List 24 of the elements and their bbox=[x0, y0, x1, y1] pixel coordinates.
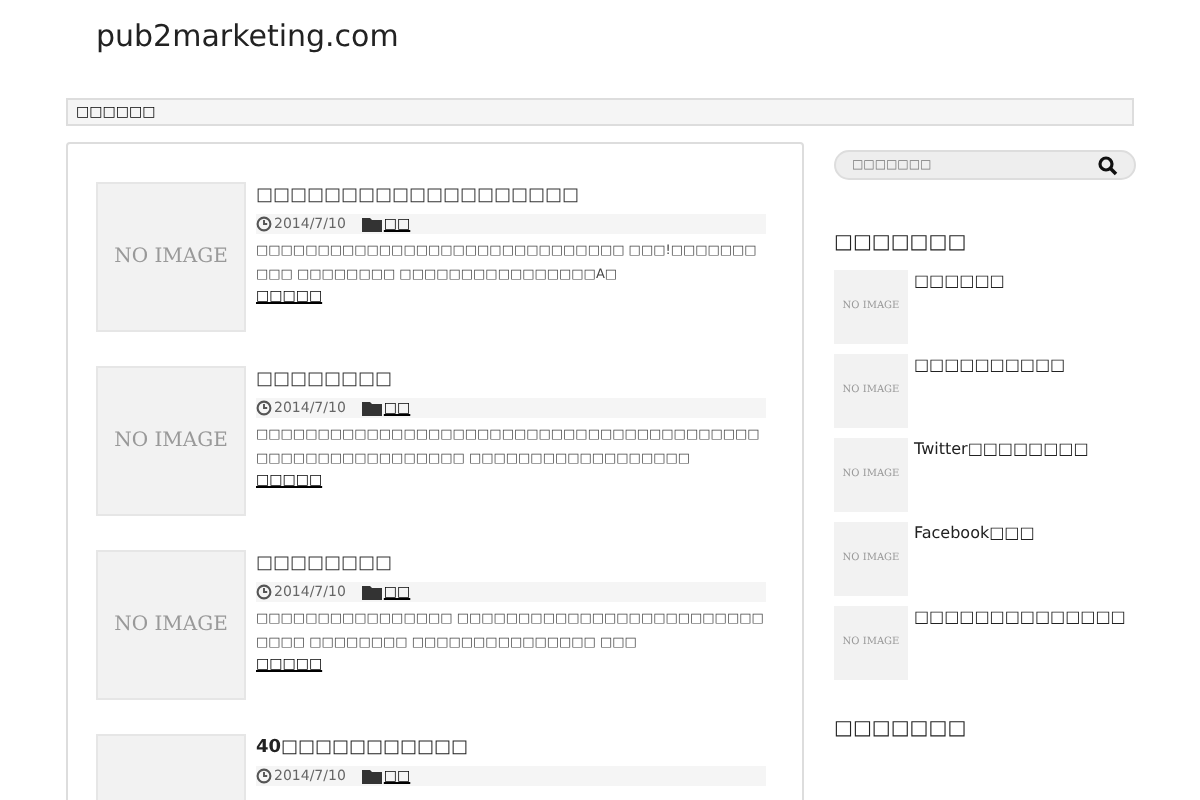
thumbnail-text: NO IMAGE bbox=[114, 428, 228, 456]
search-icon[interactable] bbox=[1098, 155, 1118, 175]
popular-post-link[interactable]: □□□□□□ bbox=[914, 272, 1005, 344]
post-title[interactable]: □□□□□□□□ bbox=[256, 366, 766, 396]
sidebar-heading: □□□□□□□ bbox=[834, 230, 969, 258]
popular-post-link[interactable]: □□□□□□□□□□□□□□ bbox=[914, 608, 1126, 680]
post-title[interactable]: □□□□□□□□□□□□□□□□□□□ bbox=[256, 182, 766, 212]
post-title[interactable]: 40□□□□□□□□□□□ bbox=[256, 734, 766, 764]
popular-post-link[interactable]: Twitter□□□□□□□□ bbox=[914, 440, 1089, 512]
site-title[interactable]: pub2marketing.com bbox=[96, 18, 399, 54]
clock-icon bbox=[256, 216, 272, 232]
folder-icon bbox=[361, 584, 382, 600]
post-title[interactable]: □□□□□□□□ bbox=[256, 550, 766, 580]
clock-icon bbox=[256, 400, 272, 416]
folder-icon bbox=[361, 768, 382, 784]
clock-icon bbox=[256, 584, 272, 600]
thumbnail-text: NO IMAGE bbox=[114, 612, 228, 640]
folder-icon bbox=[361, 216, 382, 232]
thumbnail-text: NO IMAGE bbox=[114, 244, 228, 272]
sidebar-heading: □□□□□□□ bbox=[834, 716, 969, 744]
folder-icon bbox=[361, 400, 382, 416]
popular-post-link[interactable]: Facebook□□□ bbox=[914, 524, 1035, 596]
popular-post-link[interactable]: □□□□□□□□□□ bbox=[914, 356, 1066, 428]
clock-icon bbox=[256, 768, 272, 784]
